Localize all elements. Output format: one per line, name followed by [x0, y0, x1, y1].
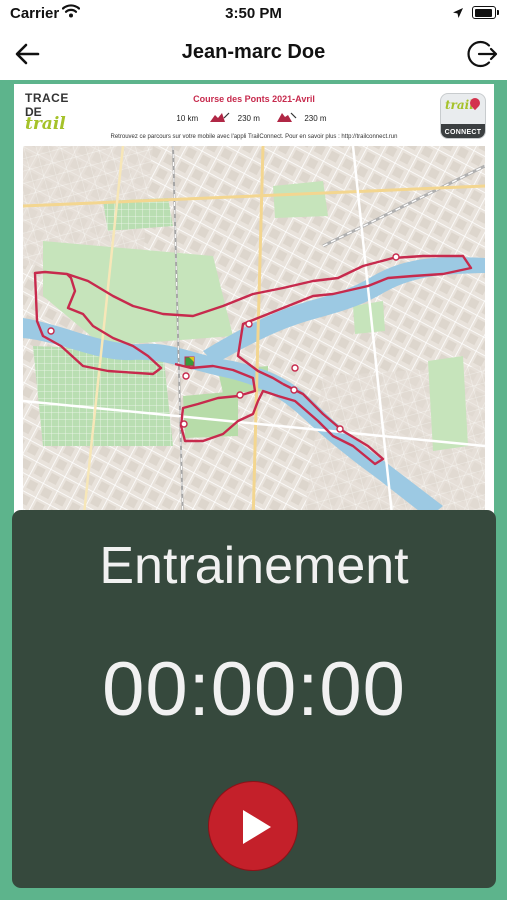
race-stats: 10 km 230 m 230 m [14, 112, 494, 123]
elevation-loss-icon [277, 112, 297, 122]
elapsed-timer: 00:00:00 [102, 647, 406, 732]
elevation-gain-value: 230 m [237, 114, 260, 123]
battery-icon [472, 6, 499, 19]
race-note: Retrouvez ce parcours sur votre mobile a… [110, 134, 398, 140]
elevation-loss-value: 230 m [304, 114, 327, 123]
logout-button[interactable] [465, 37, 499, 71]
nav-bar: Jean-marc Doe [0, 28, 507, 80]
map-header: TRACE DE trail Course des Ponts 2021-Avr… [14, 84, 494, 146]
play-button[interactable] [208, 781, 298, 871]
status-bar: Carrier 3:50 PM [0, 0, 507, 28]
logout-icon [467, 40, 498, 68]
race-title: Course des Ponts 2021-Avril [193, 94, 315, 104]
elevation-gain-icon [210, 112, 230, 122]
status-time: 3:50 PM [225, 5, 282, 22]
page-title: Jean-marc Doe [181, 41, 326, 63]
play-icon [243, 810, 271, 844]
timer-panel: Entrainement 00:00:00 [12, 510, 496, 888]
route-map-card[interactable]: TRACE DE trail Course des Ponts 2021-Avr… [14, 84, 494, 524]
distance-value: 10 km [176, 114, 199, 123]
location-arrow-icon [452, 6, 464, 24]
route-map [23, 146, 485, 524]
logo-bottom-text: CONNECT [444, 129, 482, 136]
trailconnect-logo: trail CONNECT [440, 93, 486, 139]
mode-label: Entrainement [99, 537, 409, 595]
